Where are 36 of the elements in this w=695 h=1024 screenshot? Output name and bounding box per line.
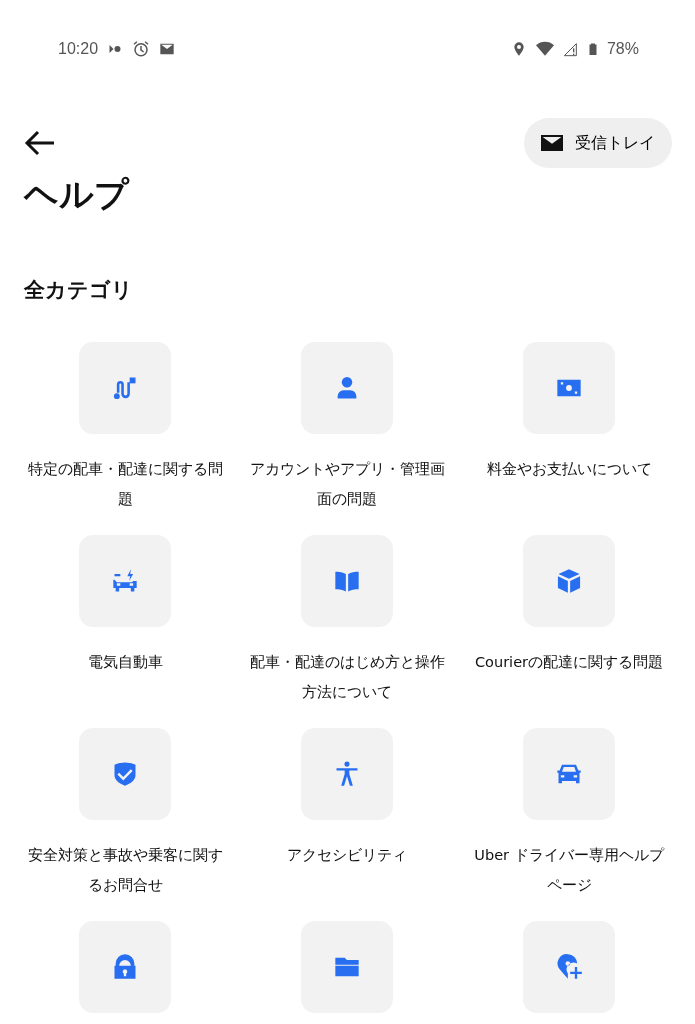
location-pin-plus-icon	[555, 953, 583, 981]
category-tile[interactable]	[301, 342, 393, 434]
page-title: ヘルプ	[24, 173, 131, 216]
category-tile[interactable]	[79, 342, 171, 434]
category-tile[interactable]	[523, 921, 615, 1013]
category-tile[interactable]	[301, 921, 393, 1013]
mail-icon	[541, 135, 563, 151]
category-label[interactable]: アクセシビリティ	[247, 840, 447, 870]
package-icon	[555, 567, 583, 595]
signal-icon	[562, 40, 579, 58]
electric-car-icon	[111, 567, 139, 595]
category-tile[interactable]	[523, 342, 615, 434]
battery-percent: 78%	[606, 40, 639, 58]
category-tile[interactable]	[301, 535, 393, 627]
category-tile[interactable]	[79, 535, 171, 627]
category-label[interactable]: Uber ドライバー専用ヘルプページ	[469, 840, 669, 900]
inbox-button[interactable]: 受信トレイ	[524, 118, 672, 168]
category-label[interactable]: 安全対策と事故や乗客に関するお問合せ	[25, 840, 225, 900]
category-tile[interactable]	[301, 728, 393, 820]
category-label[interactable]: Courierの配達に関する問題	[469, 647, 669, 677]
category-label[interactable]: 配車・配達のはじめ方と操作方法について	[247, 647, 447, 707]
category-tile[interactable]	[79, 921, 171, 1013]
mail-icon	[158, 41, 177, 57]
category-label[interactable]: アカウントやアプリ・管理画面の問題	[247, 454, 447, 514]
section-title: 全カテゴリ	[24, 277, 134, 304]
back-button[interactable]	[24, 129, 56, 157]
category-label[interactable]: 料金やお支払いについて	[469, 454, 669, 484]
wifi-icon	[534, 40, 555, 58]
category-tile[interactable]	[523, 535, 615, 627]
category-tile[interactable]	[523, 728, 615, 820]
clock-time: 10:20	[58, 40, 99, 58]
category-tile[interactable]	[79, 728, 171, 820]
back-arrow-icon	[24, 130, 56, 156]
category-label[interactable]: 特定の配車・配達に関する問題	[25, 454, 225, 514]
alarm-icon	[132, 40, 151, 58]
category-label[interactable]: 電気自動車	[25, 647, 225, 677]
